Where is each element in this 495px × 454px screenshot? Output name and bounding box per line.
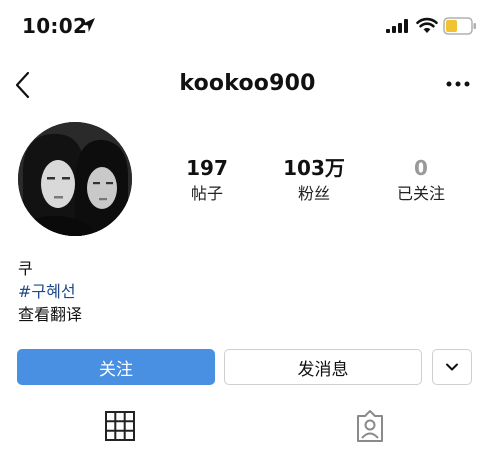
stat-posts[interactable]: 197 帖子 xyxy=(152,156,262,206)
stat-following-value: 0 xyxy=(414,156,428,180)
profile-screen: 10:02 kookoo900 197 帖子 103万 粉丝 0 已关注 쿠 #… xyxy=(0,0,495,454)
stat-followers[interactable]: 103万 粉丝 xyxy=(259,156,369,206)
stat-posts-value: 197 xyxy=(186,156,228,180)
bio: 쿠 #구혜선 查看翻译 xyxy=(18,257,82,326)
bio-name-line: 쿠 xyxy=(18,259,33,278)
bio-hashtag-link[interactable]: #구혜선 xyxy=(18,280,82,303)
profile-username-title: kookoo900 xyxy=(179,71,316,96)
nav-bar: kookoo900 xyxy=(0,52,495,118)
stat-followers-label: 粉丝 xyxy=(297,184,330,203)
grid-icon[interactable] xyxy=(102,408,138,444)
ellipsis-icon[interactable] xyxy=(444,77,472,91)
cellular-signal-icon xyxy=(386,19,408,33)
chevron-down-icon xyxy=(446,363,458,371)
see-translation-link[interactable]: 查看翻译 xyxy=(18,303,82,326)
suggested-accounts-button[interactable] xyxy=(432,349,472,385)
status-bar: 10:02 xyxy=(0,0,495,52)
location-arrow-icon xyxy=(81,18,95,32)
follow-button[interactable]: 关注 xyxy=(17,349,215,385)
profile-photo xyxy=(18,122,132,236)
wifi-icon xyxy=(416,17,438,33)
message-button[interactable]: 发消息 xyxy=(224,349,422,385)
tagged-person-icon[interactable] xyxy=(352,408,388,444)
battery-icon xyxy=(443,17,476,35)
stat-following[interactable]: 0 已关注 xyxy=(366,156,476,206)
stat-following-label: 已关注 xyxy=(396,184,445,203)
stat-posts-label: 帖子 xyxy=(190,184,223,203)
stat-followers-value: 103万 xyxy=(283,156,345,180)
status-time: 10:02 xyxy=(22,14,88,38)
avatar[interactable] xyxy=(18,122,132,236)
